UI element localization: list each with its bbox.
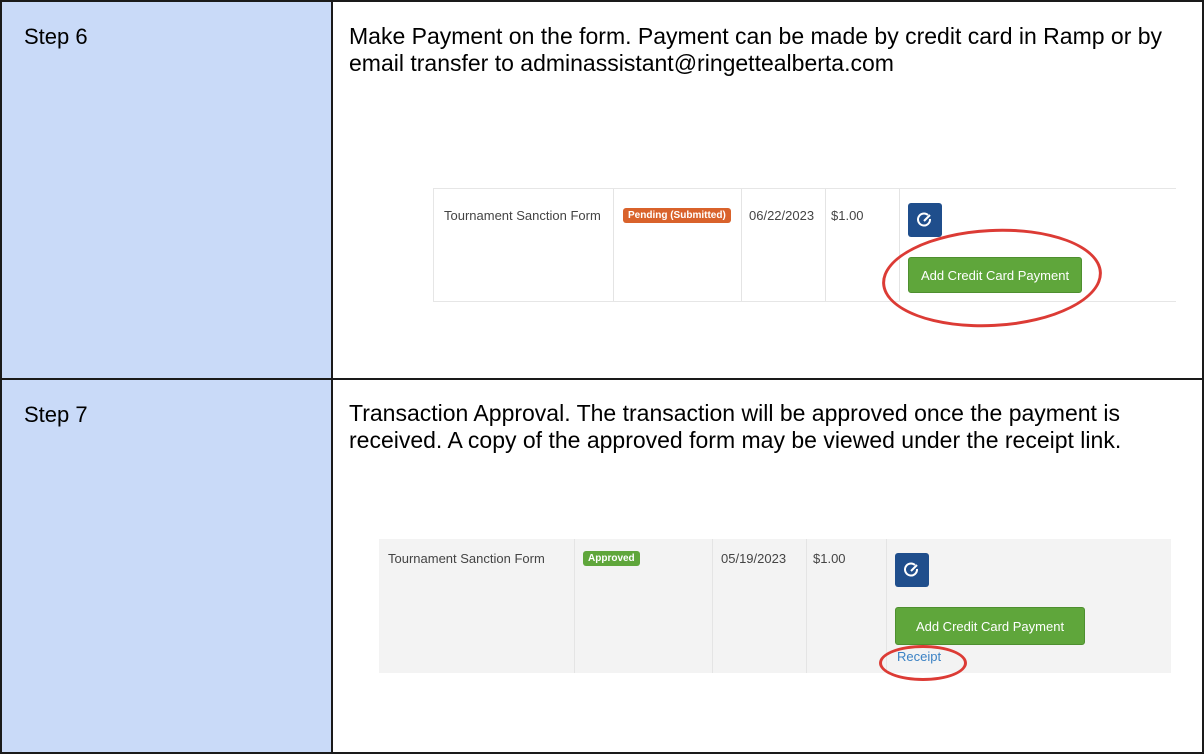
form-date: 06/22/2023: [749, 208, 815, 223]
edit-button[interactable]: [908, 203, 942, 237]
form-amount: $1.00: [813, 551, 846, 566]
step-instructions: Transaction Approval. The transaction wi…: [349, 400, 1122, 453]
approval-screenshot: Tournament Sanction Form Approved 05/19/…: [379, 539, 1171, 681]
add-credit-card-payment-button[interactable]: Add Credit Card Payment: [895, 607, 1085, 645]
step-content-cell: Make Payment on the form. Payment can be…: [331, 0, 1204, 380]
highlight-circle: [879, 223, 1105, 333]
form-name: Tournament Sanction Form: [444, 208, 601, 223]
form-name: Tournament Sanction Form: [388, 551, 545, 566]
highlight-circle: [879, 645, 967, 681]
step-row: Step 7 Transaction Approval. The transac…: [0, 378, 1204, 754]
step-label-cell: Step 6: [0, 0, 333, 380]
form-date: 05/19/2023: [721, 551, 787, 566]
status-badge: Pending (Submitted): [623, 208, 731, 223]
step-label: Step 7: [24, 402, 88, 427]
steps-table: Step 6 Make Payment on the form. Payment…: [0, 0, 1204, 754]
step-row: Step 6 Make Payment on the form. Payment…: [0, 0, 1204, 380]
form-name-column: [434, 189, 614, 301]
status-badge: Approved: [583, 551, 640, 566]
payment-screenshot: Tournament Sanction Form Pending (Submit…: [433, 188, 1176, 333]
edit-icon: [917, 212, 931, 227]
step-label: Step 6: [24, 24, 88, 49]
date-column: [741, 189, 826, 301]
form-amount: $1.00: [831, 208, 864, 223]
step-content-cell: Transaction Approval. The transaction wi…: [331, 378, 1204, 754]
edit-button[interactable]: [895, 553, 929, 587]
status-column: [613, 189, 742, 301]
step-instructions: Make Payment on the form. Payment can be…: [349, 23, 1163, 76]
edit-icon: [904, 562, 918, 577]
step-label-cell: Step 7: [0, 378, 333, 754]
